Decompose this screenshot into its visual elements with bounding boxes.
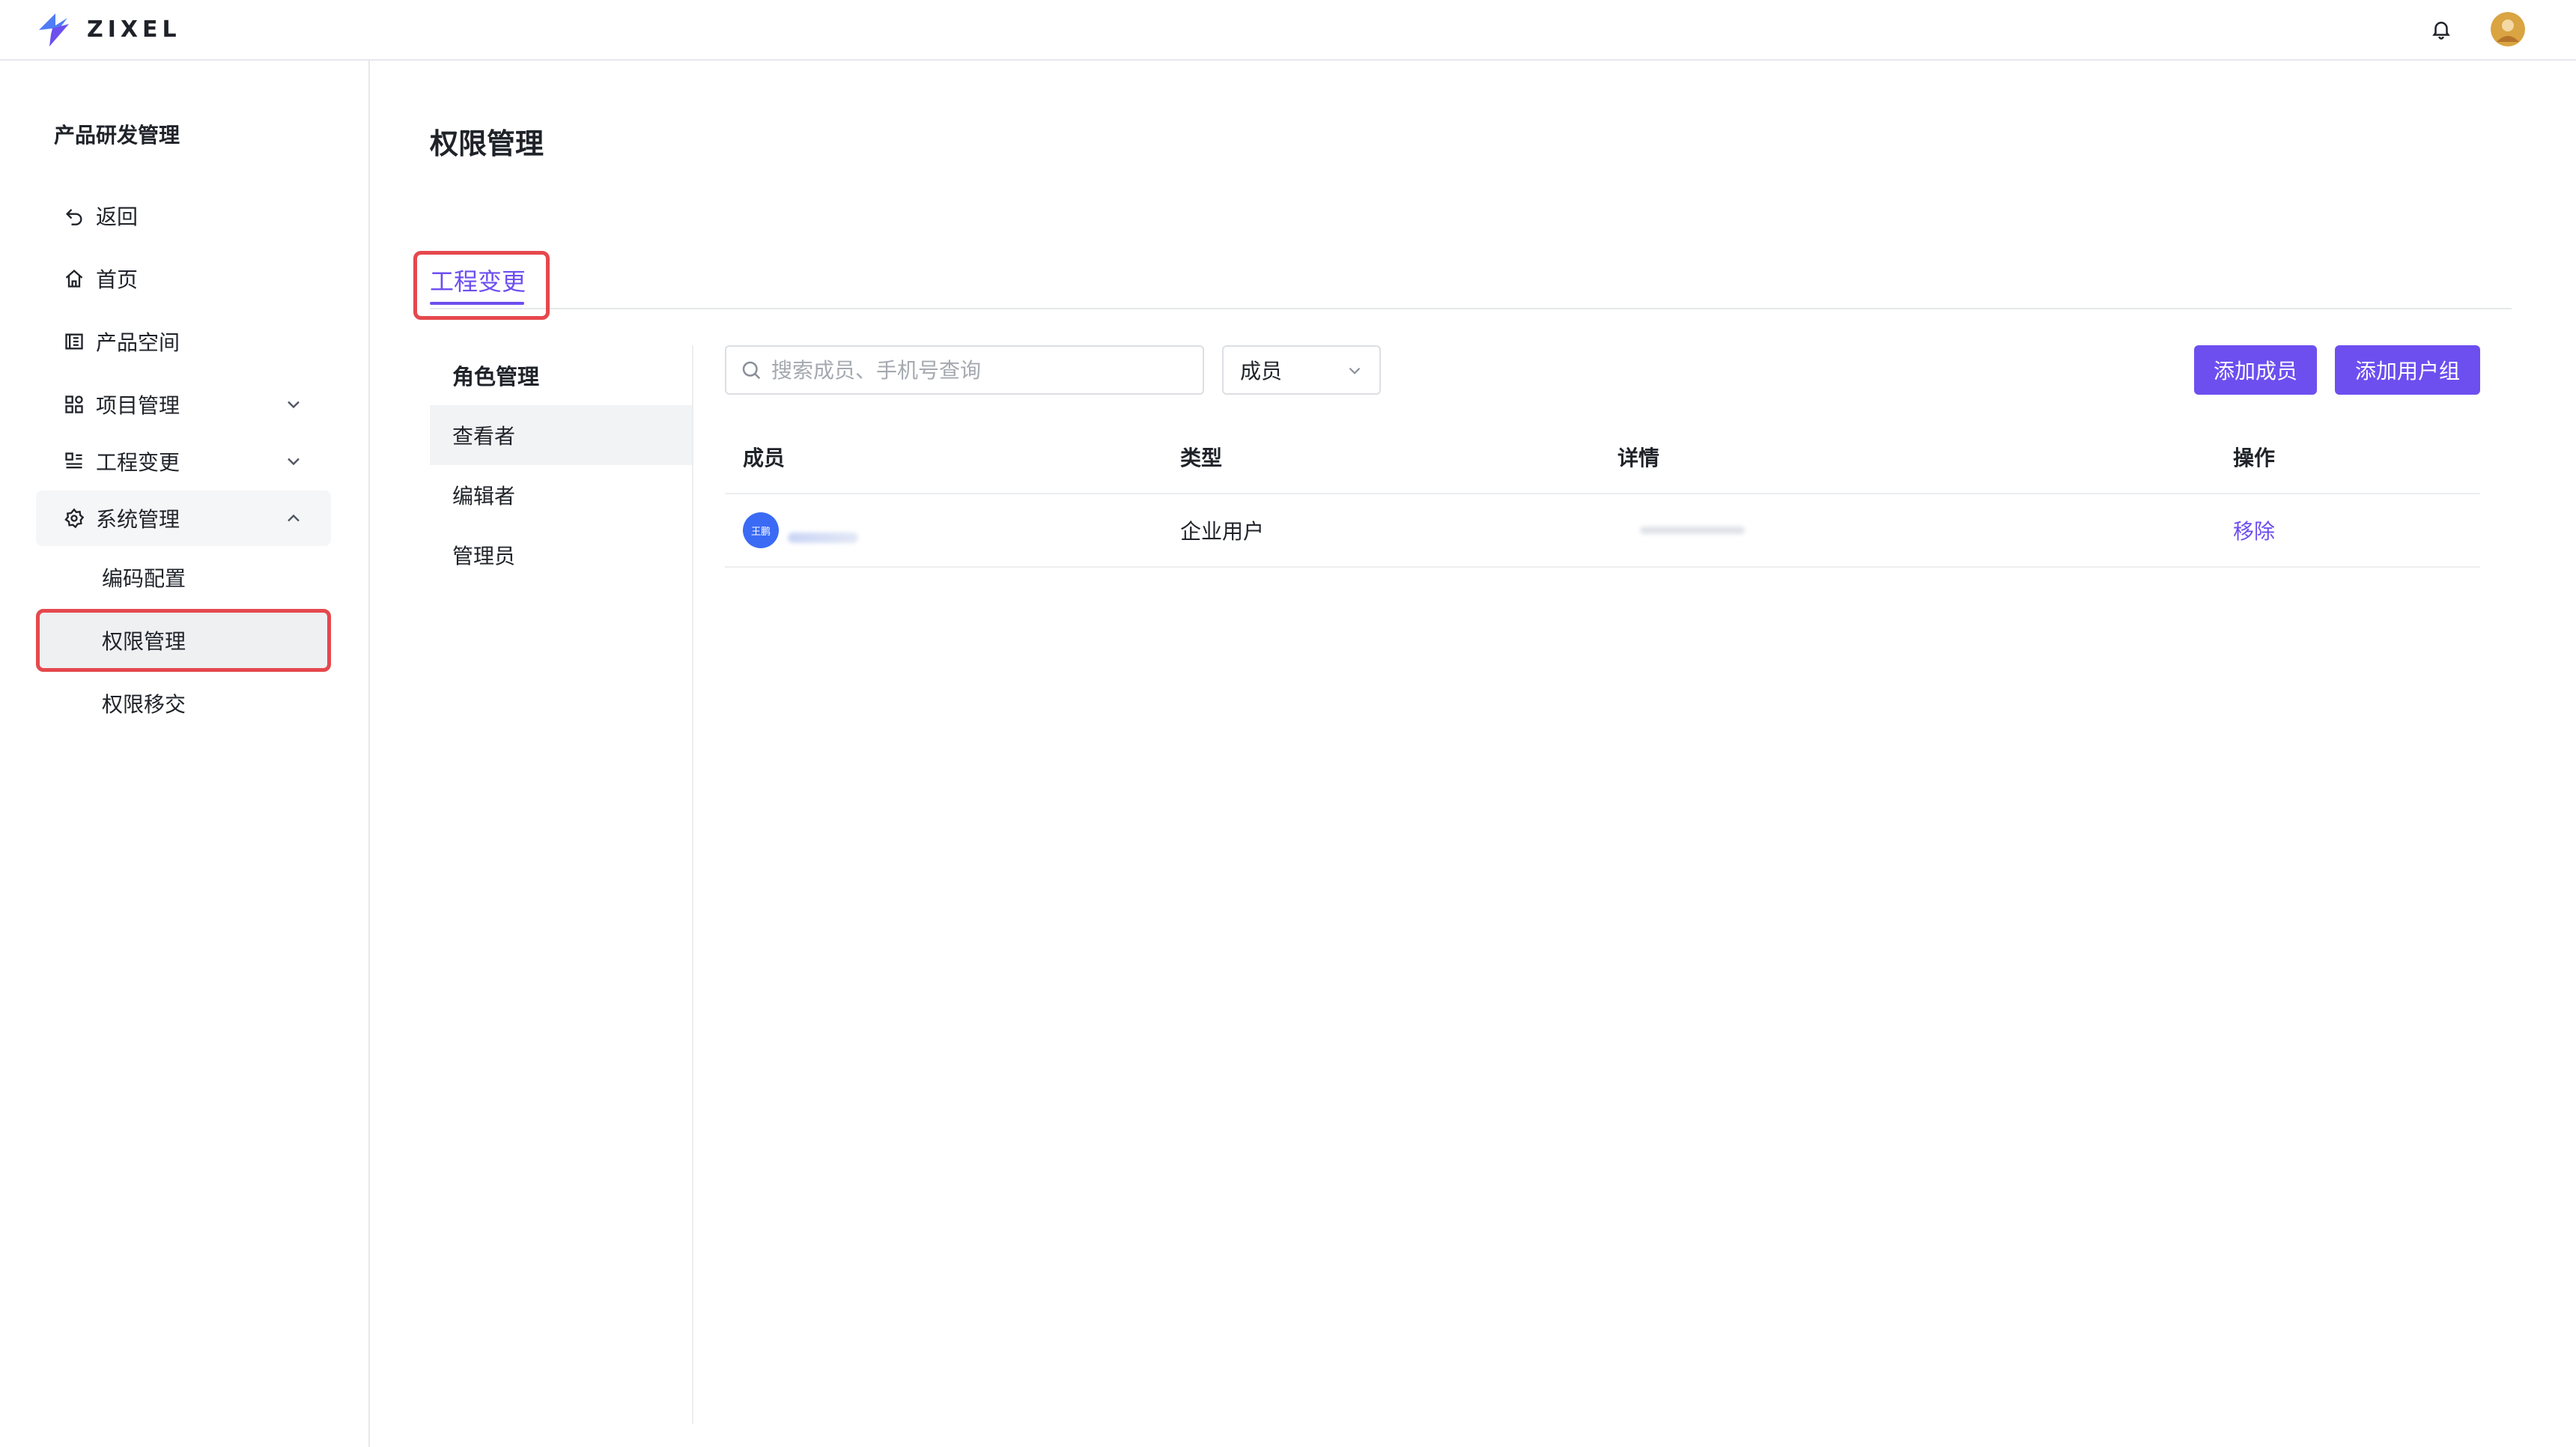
sidebar-item-label: 首页 — [96, 267, 139, 292]
role-item-label: 编辑者 — [452, 484, 516, 509]
details-redacted — [1640, 527, 1745, 534]
sidebar-subitem-permission-management[interactable]: 权限管理 — [36, 609, 331, 672]
tab-active-indicator — [430, 302, 524, 305]
chevron-down-icon[interactable] — [283, 394, 304, 415]
sidebar-item-engineering-change[interactable]: 工程变更 — [36, 434, 331, 489]
details-cell — [1600, 494, 2215, 568]
type-cell: 企业用户 — [1162, 494, 1600, 568]
role-panel: 角色管理 查看者 编辑者 管理员 — [430, 345, 693, 1424]
search-box[interactable] — [725, 345, 1204, 395]
logo-text: ZIXEL — [87, 16, 181, 43]
gear-icon — [63, 507, 85, 530]
remove-link[interactable]: 移除 — [2233, 519, 2275, 544]
sidebar-item-home[interactable]: 首页 — [36, 251, 331, 306]
sidebar-subitem-label: 编码配置 — [102, 566, 186, 591]
top-bar: ZIXEL — [0, 0, 2576, 61]
member-type-select[interactable]: 成员 — [1222, 345, 1381, 395]
role-item-label: 查看者 — [452, 424, 516, 449]
chevron-down-icon — [1349, 367, 1361, 374]
chevron-down-icon[interactable] — [283, 451, 304, 472]
grid-icon — [63, 393, 85, 416]
main-content: 权限管理 工程变更 角色管理 查看者 编辑者 管理员 成员 — [371, 61, 2576, 1447]
sidebar-subitem-label: 权限管理 — [102, 629, 186, 654]
sidebar-subitem-permission-transfer[interactable]: 权限移交 — [36, 672, 331, 735]
role-item-admin[interactable]: 管理员 — [430, 525, 692, 585]
add-member-button[interactable]: 添加成员 — [2194, 345, 2317, 395]
product-space-icon — [63, 330, 85, 353]
sidebar-item-system-management[interactable]: 系统管理 — [36, 491, 331, 546]
actions-cell: 移除 — [2215, 494, 2480, 568]
sidebar-item-label: 系统管理 — [96, 507, 180, 532]
member-table: 成员 类型 详情 操作 王鹏 企业用户 移除 — [725, 420, 2480, 568]
sidebar: 产品研发管理 返回 首页 产品空间 项目管理 工程变更 系统管理 编码配置 权限… — [0, 61, 370, 1447]
add-user-group-button[interactable]: 添加用户组 — [2335, 345, 2480, 395]
home-icon — [63, 267, 85, 290]
member-toolbar: 成员 添加成员 添加用户组 — [725, 345, 2488, 395]
back-icon — [63, 204, 85, 227]
zixel-logo-icon — [39, 13, 69, 46]
sidebar-item-label: 工程变更 — [96, 450, 180, 475]
sidebar-nav: 返回 首页 产品空间 项目管理 工程变更 系统管理 编码配置 权限管理 权限移交 — [36, 188, 331, 735]
column-header-type: 类型 — [1162, 420, 1600, 494]
tab-label: 工程变更 — [430, 267, 526, 296]
user-avatar[interactable] — [2491, 12, 2525, 46]
sidebar-item-project-management[interactable]: 项目管理 — [36, 377, 331, 432]
sidebar-title: 产品研发管理 — [54, 123, 180, 148]
select-value: 成员 — [1240, 359, 1283, 383]
logo[interactable]: ZIXEL — [33, 7, 181, 51]
table-header-row: 成员 类型 详情 操作 — [725, 420, 2480, 494]
sidebar-item-product-space[interactable]: 产品空间 — [36, 314, 331, 369]
list-icon — [63, 450, 85, 473]
column-header-actions: 操作 — [2215, 420, 2480, 494]
sidebar-item-label: 返回 — [96, 204, 139, 229]
sidebar-item-label: 产品空间 — [96, 330, 180, 355]
search-icon — [742, 361, 761, 380]
role-item-viewer[interactable]: 查看者 — [430, 405, 692, 465]
sidebar-item-back[interactable]: 返回 — [36, 188, 331, 243]
page-title: 权限管理 — [430, 127, 544, 160]
sidebar-subitem-code-config[interactable]: 编码配置 — [36, 546, 331, 609]
member-cell: 王鹏 — [725, 494, 1162, 568]
member-content: 成员 添加成员 添加用户组 成员 类型 详情 操作 王鹏 — [725, 345, 2488, 568]
bell-icon[interactable] — [2422, 10, 2461, 49]
search-input[interactable] — [771, 357, 1191, 383]
role-item-editor[interactable]: 编辑者 — [430, 465, 692, 525]
column-header-details: 详情 — [1600, 420, 2215, 494]
sidebar-item-label: 项目管理 — [96, 393, 180, 418]
role-panel-title: 角色管理 — [452, 364, 540, 389]
column-header-member: 成员 — [725, 420, 1162, 494]
member-name-redacted — [788, 533, 858, 543]
member-avatar: 王鹏 — [743, 512, 779, 548]
sidebar-subitem-label: 权限移交 — [102, 692, 186, 717]
role-item-label: 管理员 — [452, 544, 516, 568]
tab-bar: 工程变更 — [430, 188, 2512, 309]
table-row: 王鹏 企业用户 移除 — [725, 494, 2480, 568]
chevron-up-icon[interactable] — [283, 508, 304, 529]
